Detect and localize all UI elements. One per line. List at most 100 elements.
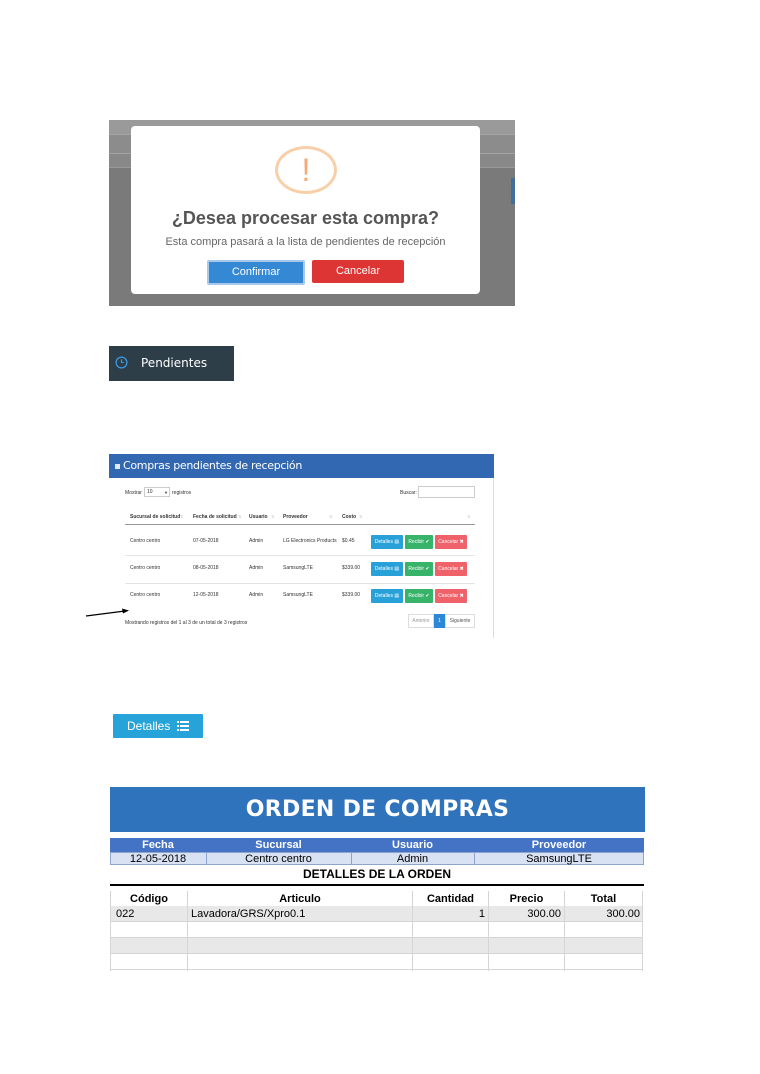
- info-value-usuario: Admin: [396, 853, 429, 865]
- item-header-codigo: Código: [130, 893, 168, 905]
- table-row: [111, 938, 642, 954]
- sort-icon[interactable]: ⇅: [271, 514, 274, 519]
- pagination-page[interactable]: 1: [434, 614, 445, 628]
- details-button[interactable]: Detalles ▤: [371, 535, 403, 549]
- cancel-label: Cancelar: [438, 539, 459, 545]
- cell-fecha: 07-05-2018: [193, 538, 219, 544]
- search-input[interactable]: [418, 486, 475, 498]
- arrow-icon: [85, 608, 129, 617]
- item-precio: 300.00: [527, 908, 561, 920]
- cell-usuario: Admin: [249, 565, 264, 571]
- cell-usuario: Admin: [249, 592, 264, 598]
- column-divider: [564, 891, 565, 971]
- dialog-title: ¿Desea procesar esta compra?: [171, 208, 440, 228]
- cell-costo: $339.00: [342, 565, 361, 571]
- confirm-dialog: ! ¿Desea procesar esta compra? Esta comp…: [131, 126, 480, 294]
- column-divider: [488, 891, 489, 971]
- sort-icon: ⇅: [467, 514, 471, 519]
- column-divider: [110, 891, 111, 971]
- row-divider: [125, 555, 475, 556]
- receive-button[interactable]: Recibir ✔: [405, 535, 433, 549]
- search-label: Buscar:: [400, 490, 417, 496]
- modal-backdrop: ! ¿Desea procesar esta compra? Esta comp…: [109, 120, 515, 306]
- panel-title: Compras pendientes de recepción: [123, 459, 303, 472]
- receive-label: Recibir: [408, 593, 424, 599]
- sort-icon[interactable]: ⇅: [329, 514, 332, 519]
- item-articulo: Lavadora/GRS/Xpro0.1: [191, 908, 306, 920]
- pending-purchases-panel: Compras pendientes de recepción Mostrar …: [109, 454, 494, 638]
- row-divider: [125, 583, 475, 584]
- exclamation-glyph: !: [301, 152, 311, 188]
- item-cantidad: 1: [478, 908, 485, 920]
- pagination-next[interactable]: Siguiente: [445, 614, 475, 628]
- sort-icon[interactable]: ⇅: [238, 514, 241, 519]
- order-banner: ORDEN DE COMPRAS: [110, 787, 645, 832]
- column-divider: [642, 891, 643, 971]
- info-value-proveedor: SamsungLTE: [526, 853, 592, 865]
- details-button-label: Detalles: [127, 719, 171, 733]
- dialog-message: Esta compra pasará a la lista de pendien…: [165, 236, 446, 248]
- item-header-total: Total: [590, 893, 617, 905]
- confirm-button[interactable]: Confirmar: [207, 260, 305, 285]
- receive-button[interactable]: Recibir ✔: [405, 562, 433, 576]
- item-header-articulo: Articulo: [279, 893, 321, 905]
- details-button[interactable]: Detalles ▤: [371, 589, 403, 603]
- info-value-fecha: 12-05-2018: [129, 853, 187, 865]
- list-icon: [177, 721, 189, 731]
- table-info: Mostrando registros del 1 al 3 de un tot…: [125, 620, 248, 626]
- info-value-sucursal: Centro centro: [245, 853, 312, 865]
- details-button-large[interactable]: Detalles: [113, 714, 203, 738]
- details-label: Detalles: [374, 539, 393, 545]
- cell-proveedor: LG Electronics Products: [283, 538, 337, 544]
- info-header-sucursal: Sucursal: [255, 839, 302, 851]
- cancel-row-button[interactable]: Cancelar ✖: [435, 589, 467, 603]
- info-header-proveedor: Proveedor: [531, 839, 587, 851]
- sort-icon[interactable]: ⇅: [359, 514, 362, 519]
- cancel-button[interactable]: Cancelar: [312, 260, 404, 283]
- warning-icon: !: [275, 146, 337, 194]
- sidebar-item-label: Pendientes: [141, 356, 208, 370]
- panel-header: Compras pendientes de recepción: [109, 454, 494, 478]
- column-divider: [412, 891, 413, 971]
- pagination-prev[interactable]: Anterior: [408, 614, 434, 628]
- table-row: [111, 954, 642, 970]
- cell-fecha: 08-05-2018: [193, 565, 219, 571]
- column-divider: [187, 891, 188, 971]
- details-underline: [110, 884, 644, 886]
- sidebar-item-pendientes[interactable]: Pendientes: [109, 346, 234, 381]
- item-codigo: 022: [116, 908, 135, 920]
- receive-button[interactable]: Recibir ✔: [405, 589, 433, 603]
- receive-label: Recibir: [408, 566, 424, 572]
- cancel-label: Cancelar: [438, 593, 459, 599]
- table-row: [111, 922, 642, 938]
- column-header[interactable]: Usuario: [249, 514, 268, 520]
- order-title: ORDEN DE COMPRAS: [245, 797, 510, 822]
- caret-down-icon: ▼: [164, 490, 168, 495]
- details-label: Detalles: [374, 566, 393, 572]
- cancel-row-button[interactable]: Cancelar ✖: [435, 535, 467, 549]
- item-header-precio: Precio: [509, 893, 544, 905]
- cancel-label: Cancelar: [438, 566, 459, 572]
- details-label: Detalles: [374, 593, 393, 599]
- cell-sucursal: Centro centro: [130, 565, 161, 571]
- cell-proveedor: SamsungLTE: [283, 592, 313, 598]
- receive-label: Recibir: [408, 539, 424, 545]
- cell-usuario: Admin: [249, 538, 264, 544]
- sort-icon[interactable]: ⇅: [180, 514, 183, 519]
- details-section-title: DETALLES DE LA ORDEN: [302, 867, 451, 881]
- column-header[interactable]: Sucursal de solicitud: [130, 514, 180, 520]
- column-header[interactable]: Proveedor: [283, 514, 308, 520]
- header-divider: [125, 524, 475, 525]
- backdrop-accent: [511, 178, 515, 204]
- column-header[interactable]: Fecha de solicitud: [193, 514, 237, 520]
- cell-costo: $339.00: [342, 592, 361, 598]
- column-header[interactable]: Costo: [342, 514, 356, 520]
- show-suffix: registros: [172, 490, 192, 496]
- item-total: 300.00: [606, 908, 640, 920]
- square-icon: [115, 464, 120, 469]
- cell-proveedor: SamsungLTE: [283, 565, 313, 571]
- info-header-usuario: Usuario: [392, 839, 433, 851]
- cell-costo: $0.45: [342, 538, 355, 544]
- details-button[interactable]: Detalles ▤: [371, 562, 403, 576]
- cancel-row-button[interactable]: Cancelar ✖: [435, 562, 467, 576]
